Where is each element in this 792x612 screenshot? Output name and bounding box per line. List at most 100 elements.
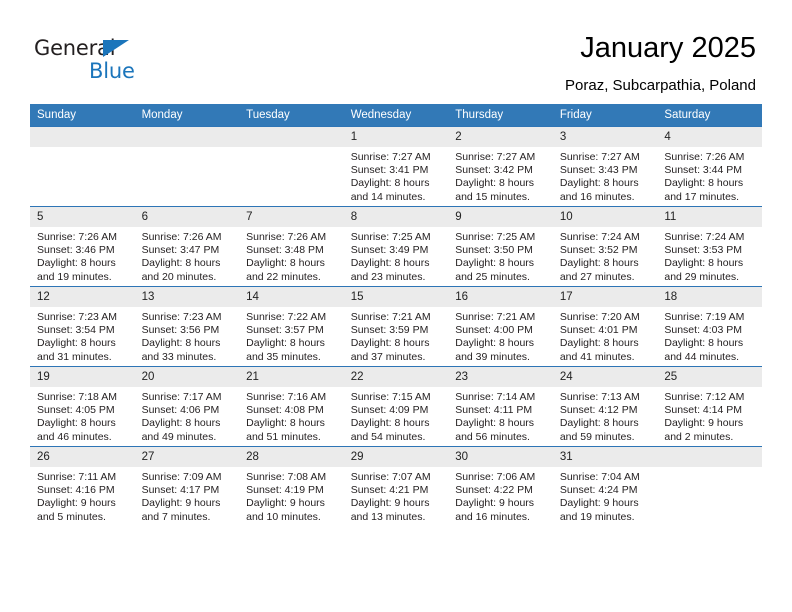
sunset-time: Sunset: 3:54 PM [37,324,115,337]
day-number: 5 [30,207,135,227]
daylight-duration-line2: and 16 minutes. [559,190,635,203]
calendar-day-cell[interactable]: 31 Sunrise: 7:04 AM Sunset: 4:24 PM Dayligh… [552,446,658,526]
calendar-day-cell[interactable]: 25 Sunrise: 7:12 AM Sunset: 4:14 PM Dayligh… [657,366,762,447]
weekday-header-friday: Friday [552,104,658,127]
calendar-day-cell[interactable]: 27 Sunrise: 7:09 AM Sunset: 4:17 PM Dayligh… [134,446,240,526]
sunrise-time: Sunrise: 7:04 AM [559,471,640,483]
sunset-time: Sunset: 3:57 PM [246,324,324,337]
calendar-day-cell[interactable]: 29 Sunrise: 7:07 AM Sunset: 4:21 PM Dayligh… [343,446,449,526]
calendar-day-cell[interactable]: 6 Sunrise: 7:26 AM Sunset: 3:47 PM Daylight… [134,206,240,287]
logo-text-blue: Blue [89,59,135,83]
daylight-duration-line1: Daylight: 8 hours [141,337,221,350]
daylight-duration-line1: Daylight: 8 hours [455,177,535,190]
daylight-duration-line1: Daylight: 8 hours [141,257,221,270]
sunrise-time: Sunrise: 7:15 AM [350,391,431,403]
sunrise-time: Sunrise: 7:27 AM [350,151,431,163]
daylight-duration-line1: Daylight: 8 hours [664,257,744,270]
day-number: 20 [134,367,240,387]
calendar-day-cell[interactable]: 21 Sunrise: 7:16 AM Sunset: 4:08 PM Dayligh… [239,366,344,447]
calendar-day-cell[interactable]: 3 Sunrise: 7:27 AM Sunset: 3:43 PM Daylight… [552,126,658,207]
daylight-duration-line2: and 37 minutes. [350,350,426,363]
calendar-day-cell[interactable]: 10 Sunrise: 7:24 AM Sunset: 3:52 PM Dayligh… [552,206,658,287]
day-details: Sunrise: 7:07 AM Sunset: 4:21 PM Daylight:… [344,467,449,524]
calendar-day-cell[interactable]: 8 Sunrise: 7:25 AM Sunset: 3:49 PM Daylight… [343,206,449,287]
calendar-day-cell[interactable]: 22 Sunrise: 7:15 AM Sunset: 4:09 PM Dayligh… [343,366,449,447]
calendar-day-cell[interactable]: 19 Sunrise: 7:18 AM Sunset: 4:05 PM Dayligh… [30,366,135,447]
calendar-day-cell[interactable]: 16 Sunrise: 7:21 AM Sunset: 4:00 PM Dayligh… [448,286,553,367]
day-number: 19 [30,367,135,387]
calendar-week-row: 1 Sunrise: 7:27 AM Sunset: 3:41 PM Daylight… [30,126,762,207]
calendar-day-cell[interactable]: 17 Sunrise: 7:20 AM Sunset: 4:01 PM Dayligh… [552,286,658,367]
day-number: 25 [657,367,762,387]
calendar-day-cell[interactable]: 15 Sunrise: 7:21 AM Sunset: 3:59 PM Dayligh… [343,286,449,367]
day-number: 11 [657,207,762,227]
calendar-day-cell[interactable]: 23 Sunrise: 7:14 AM Sunset: 4:11 PM Dayligh… [448,366,553,447]
daylight-duration-line2: and 39 minutes. [455,350,530,363]
calendar-day-cell[interactable]: 20 Sunrise: 7:17 AM Sunset: 4:06 PM Dayligh… [134,366,240,447]
day-number [134,127,240,147]
sunrise-time: Sunrise: 7:27 AM [559,151,640,163]
daylight-duration-line2: and 49 minutes. [141,430,217,443]
day-details: Sunrise: 7:24 AM Sunset: 3:52 PM Daylight:… [553,227,658,284]
sunset-time: Sunset: 3:43 PM [559,164,638,177]
calendar-day-cell[interactable]: 5 Sunrise: 7:26 AM Sunset: 3:46 PM Daylight… [30,206,135,287]
day-number: 31 [552,447,658,467]
day-details: Sunrise: 7:09 AM Sunset: 4:17 PM Daylight:… [135,467,240,524]
sunset-time: Sunset: 4:08 PM [246,404,324,417]
calendar-day-cell[interactable]: 7 Sunrise: 7:26 AM Sunset: 3:48 PM Daylight… [239,206,344,287]
daylight-duration-line2: and 5 minutes. [37,510,106,523]
daylight-duration-line1: Daylight: 9 hours [246,497,325,510]
day-number [657,447,762,467]
daylight-duration-line1: Daylight: 8 hours [559,257,639,270]
day-number: 4 [657,127,762,147]
calendar-day-cell[interactable]: 4 Sunrise: 7:26 AM Sunset: 3:44 PM Daylight… [657,126,762,207]
day-number: 2 [448,127,553,147]
calendar-day-cell[interactable]: 11 Sunrise: 7:24 AM Sunset: 3:53 PM Dayligh… [657,206,762,287]
daylight-duration-line1: Daylight: 8 hours [37,337,116,350]
day-number: 22 [343,367,449,387]
sunrise-time: Sunrise: 7:11 AM [37,471,117,483]
calendar-day-cell[interactable]: 28 Sunrise: 7:08 AM Sunset: 4:19 PM Dayligh… [239,446,344,526]
sunrise-time: Sunrise: 7:21 AM [350,311,431,323]
day-details: Sunrise: 7:15 AM Sunset: 4:09 PM Daylight:… [344,387,449,444]
daylight-duration-line2: and 41 minutes. [559,350,635,363]
sunrise-time: Sunrise: 7:27 AM [455,151,536,163]
day-number [30,127,135,147]
day-details: Sunrise: 7:23 AM Sunset: 3:56 PM Daylight:… [135,307,240,364]
sunset-time: Sunset: 3:44 PM [664,164,743,177]
calendar-day-cell[interactable] [30,126,135,207]
calendar-week-row: 19 Sunrise: 7:18 AM Sunset: 4:05 PM Dayligh… [30,366,762,447]
calendar-day-cell[interactable]: 18 Sunrise: 7:19 AM Sunset: 4:03 PM Dayligh… [657,286,762,367]
sunrise-time: Sunrise: 7:13 AM [559,391,640,403]
daylight-duration-line1: Daylight: 8 hours [664,337,744,350]
calendar-day-cell[interactable]: 26 Sunrise: 7:11 AM Sunset: 4:16 PM Dayligh… [30,446,135,526]
calendar-day-cell[interactable]: 1 Sunrise: 7:27 AM Sunset: 3:41 PM Daylight… [343,126,449,207]
calendar-day-cell[interactable] [134,126,240,207]
day-number: 12 [30,287,135,307]
calendar-day-cell[interactable]: 13 Sunrise: 7:23 AM Sunset: 3:56 PM Dayligh… [134,286,240,367]
triangle-icon [103,40,129,57]
daylight-duration-line1: Daylight: 8 hours [246,417,325,430]
daylight-duration-line2: and 54 minutes. [350,430,426,443]
sunrise-time: Sunrise: 7:26 AM [664,151,745,163]
day-details: Sunrise: 7:21 AM Sunset: 4:00 PM Daylight:… [448,307,553,364]
calendar-day-cell[interactable]: 24 Sunrise: 7:13 AM Sunset: 4:12 PM Dayligh… [552,366,658,447]
calendar-day-cell[interactable] [239,126,344,207]
calendar-header-row: Sunday Monday Tuesday Wednesday Thursday… [30,104,762,127]
calendar-day-cell[interactable]: 30 Sunrise: 7:06 AM Sunset: 4:22 PM Dayligh… [448,446,553,526]
calendar-day-cell[interactable]: 12 Sunrise: 7:23 AM Sunset: 3:54 PM Dayligh… [30,286,135,367]
sunset-time: Sunset: 4:19 PM [246,484,324,497]
sunrise-time: Sunrise: 7:23 AM [141,311,222,323]
sunset-time: Sunset: 3:59 PM [350,324,429,337]
calendar-day-cell[interactable] [657,446,762,526]
calendar-day-cell[interactable]: 9 Sunrise: 7:25 AM Sunset: 3:50 PM Daylight… [448,206,553,287]
general-blue-logo[interactable]: General Blue [34,36,214,88]
sunset-time: Sunset: 4:00 PM [455,324,533,337]
day-details: Sunrise: 7:26 AM Sunset: 3:46 PM Daylight:… [30,227,135,284]
weekday-header-wednesday: Wednesday [343,104,449,127]
daylight-duration-line1: Daylight: 9 hours [664,417,744,430]
calendar-day-cell[interactable]: 2 Sunrise: 7:27 AM Sunset: 3:42 PM Daylight… [448,126,553,207]
sunrise-time: Sunrise: 7:24 AM [664,231,745,243]
day-number: 6 [134,207,240,227]
calendar-day-cell[interactable]: 14 Sunrise: 7:22 AM Sunset: 3:57 PM Dayligh… [239,286,344,367]
